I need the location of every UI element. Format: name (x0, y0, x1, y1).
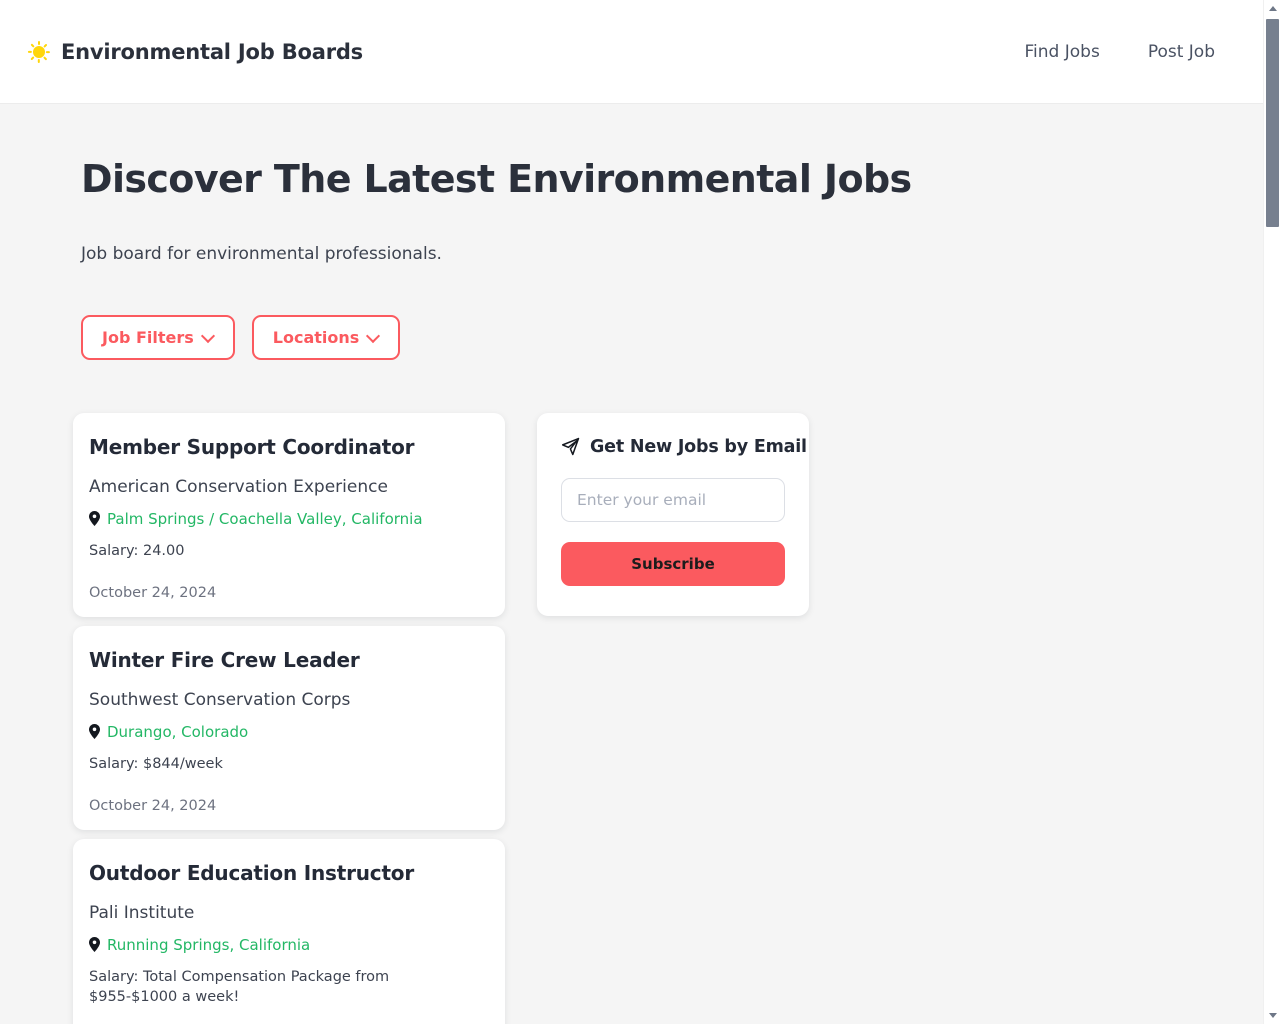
job-title[interactable]: Winter Fire Crew Leader (89, 648, 481, 672)
page-viewport: Environmental Job Boards Find Jobs Post … (0, 0, 1263, 1024)
locations-label: Locations (272, 327, 360, 347)
subscribe-button[interactable]: Subscribe (561, 541, 785, 586)
site-header: Environmental Job Boards Find Jobs Post … (0, 0, 1263, 104)
page-title: Discover The Latest Environmental Jobs (81, 157, 912, 201)
job-title[interactable]: Member Support Coordinator (89, 435, 481, 459)
brand-logo-link[interactable]: Environmental Job Boards (28, 40, 363, 64)
map-pin-icon (89, 937, 100, 953)
nav-link-post-job[interactable]: Post Job (1148, 42, 1215, 62)
job-salary: Salary: Total Compensation Package from … (89, 969, 390, 1006)
job-location: Running Springs, California (89, 936, 481, 955)
brand-name: Environmental Job Boards (61, 39, 363, 64)
sun-icon (28, 40, 51, 63)
email-field[interactable] (561, 477, 785, 522)
subscribe-card: Get New Jobs by Email Subscribe (537, 412, 809, 616)
subscribe-header: Get New Jobs by Email (561, 437, 807, 457)
job-list: Member Support Coordinator American Cons… (73, 412, 505, 1024)
job-location-label: Running Springs, California (107, 936, 311, 955)
map-pin-icon (89, 724, 100, 740)
job-date: October 24, 2024 (89, 797, 217, 814)
job-location: Durango, Colorado (89, 723, 481, 742)
hero-section: Discover The Latest Environmental Jobs J… (0, 104, 1263, 264)
table-row[interactable]: Member Support Coordinator American Cons… (73, 412, 505, 617)
table-row[interactable]: Outdoor Education Instructor Pali Instit… (73, 838, 505, 1024)
map-pin-icon (89, 511, 100, 527)
table-row[interactable]: Winter Fire Crew Leader Southwest Conser… (73, 625, 505, 830)
job-location: Palm Springs / Coachella Valley, Califor… (89, 510, 481, 529)
job-salary: Salary: $844/week (89, 755, 223, 772)
page-subtitle: Job board for environmental professional… (81, 243, 442, 264)
job-location-label: Palm Springs / Coachella Valley, Califor… (107, 510, 423, 529)
job-filters-dropdown[interactable]: Job Filters (81, 314, 235, 360)
job-salary: Salary: 24.00 (89, 542, 185, 559)
send-icon (561, 437, 580, 456)
chevron-down-icon (203, 330, 214, 341)
content-area: Member Support Coordinator American Cons… (0, 412, 1263, 1024)
job-location-label: Durango, Colorado (107, 723, 249, 742)
job-filters-label: Job Filters (102, 327, 194, 347)
filter-bar: Job Filters Locations (0, 314, 1263, 360)
job-title[interactable]: Outdoor Education Instructor (89, 861, 481, 885)
locations-dropdown[interactable]: Locations (251, 314, 401, 360)
nav-link-find-jobs[interactable]: Find Jobs (1025, 42, 1100, 62)
scroll-down-arrow-icon[interactable] (1264, 1007, 1280, 1024)
job-company: Pali Institute (89, 902, 195, 923)
scroll-up-arrow-icon[interactable] (1264, 0, 1280, 17)
job-company: Southwest Conservation Corps (89, 689, 351, 710)
vertical-scrollbar[interactable] (1263, 0, 1280, 1024)
scrollbar-thumb[interactable] (1266, 19, 1279, 227)
job-company: American Conservation Experience (89, 476, 388, 497)
job-date: October 24, 2024 (89, 584, 217, 601)
main-nav: Find Jobs Post Job (1025, 42, 1215, 62)
chevron-down-icon (368, 330, 379, 341)
subscribe-title: Get New Jobs by Email (590, 436, 807, 457)
